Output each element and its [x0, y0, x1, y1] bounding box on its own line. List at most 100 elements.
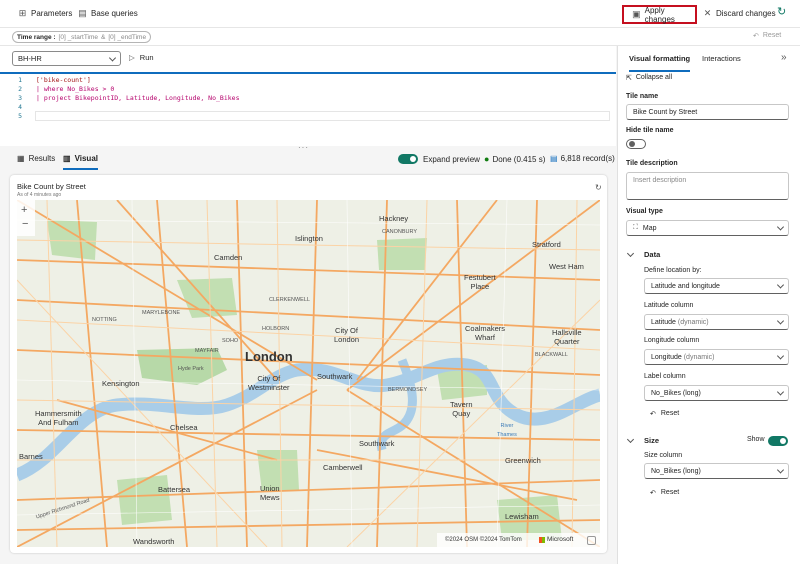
chart-icon: ▥	[63, 154, 71, 163]
map-label: Hallsville Quarter	[552, 328, 582, 346]
map-label-london: London	[245, 349, 293, 364]
tab-visual-formatting[interactable]: Visual formatting	[629, 54, 691, 72]
visual-type-select[interactable]: ⛶ Map	[626, 220, 789, 236]
data-section-header[interactable]: Data	[626, 249, 796, 261]
map-label: Coalmakers Wharf	[465, 324, 506, 342]
map-label-small: SOHO	[222, 338, 239, 344]
map-canvas	[17, 200, 600, 547]
record-count-label: 6,818 record(s)	[560, 154, 615, 163]
expand-preview-toggle[interactable]	[398, 154, 418, 164]
size-show-toggle[interactable]	[768, 436, 788, 446]
size-section-label: Size	[644, 436, 660, 445]
run-label: Run	[139, 53, 154, 62]
size-reset-label: Reset	[660, 489, 680, 496]
time-range-start: [0] _startTime	[58, 33, 99, 41]
hide-tile-name-label: Hide tile name	[626, 127, 674, 134]
records-icon: ▤	[550, 154, 558, 163]
save-icon: ▣	[632, 9, 641, 19]
hide-tile-name-toggle[interactable]	[626, 139, 646, 149]
map-label: Stratford	[532, 240, 561, 249]
line-number: 1	[18, 76, 22, 84]
chevron-down-icon	[776, 352, 785, 360]
map-settings-icon[interactable]	[587, 536, 596, 545]
expand-preview-label: Expand preview	[423, 155, 480, 164]
chevron-down-icon	[776, 466, 785, 474]
longitude-column-type: (dynamic)	[683, 353, 715, 361]
label-column-select[interactable]: No_Bikes (long)	[644, 385, 789, 401]
chevron-down-icon	[776, 388, 785, 396]
parameters-button[interactable]: ⊞ Parameters	[18, 9, 73, 19]
size-reset-button[interactable]: ↶ Reset	[650, 489, 679, 497]
reset-icon: ↶	[650, 411, 656, 418]
map-label: Festubert Place	[464, 273, 496, 291]
database-value: BH-HR	[18, 54, 42, 63]
map-label: Union Mews	[260, 484, 280, 502]
time-range-end: [0] _endTime	[108, 33, 147, 41]
database-select[interactable]: BH-HR	[12, 51, 121, 66]
code-area[interactable]: 1 2 3 4 5 ['bike-count'] | where No_Bike…	[0, 72, 616, 124]
size-column-select[interactable]: No_Bikes (long)	[644, 463, 789, 479]
apply-changes-button[interactable]: ▣ Apply changes	[622, 5, 697, 24]
refresh-button[interactable]: ↻	[777, 7, 786, 18]
tab-results[interactable]: ▦ Results	[17, 154, 55, 163]
tile-subtitle: As of 4 minutes ago	[17, 192, 62, 198]
data-section-label: Data	[644, 250, 661, 259]
tab-interactions[interactable]: Interactions	[702, 54, 741, 63]
tab-visual[interactable]: ▥ Visual	[63, 154, 98, 170]
base-queries-button[interactable]: ▤ Base queries	[78, 9, 137, 19]
visual-formatting-panel: Visual formatting Interactions » ⇱ Colla…	[617, 46, 800, 564]
chevron-down-icon	[626, 249, 635, 258]
map-label: West Ham	[549, 262, 584, 271]
map-label: Camden	[214, 253, 243, 262]
collapse-panel-icon[interactable]: »	[781, 52, 787, 63]
longitude-column-label: Longitude column	[644, 337, 700, 344]
discard-changes-button[interactable]: ✕ Discard changes	[703, 9, 776, 19]
label-column-value: No_Bikes (long)	[651, 389, 701, 397]
zoom-in-button[interactable]: +	[21, 204, 27, 216]
code-line: | where No_Bikes > 0	[36, 85, 115, 93]
map-label: Tavern Quay	[450, 400, 473, 418]
tile-description-input[interactable]: Insert description	[626, 172, 789, 200]
map[interactable]: + − Hackney Islington Stratford Camden W…	[17, 200, 600, 547]
tile-name-input[interactable]: Bike Count by Street	[626, 104, 789, 120]
chevron-down-icon	[108, 53, 117, 62]
zoom-out-button[interactable]: −	[22, 218, 28, 230]
map-attribution: ©2024 OSM ©2024 TomTom	[445, 537, 522, 543]
line-number: 4	[18, 103, 22, 111]
longitude-column-select[interactable]: Longitude (dynamic)	[644, 349, 789, 365]
play-icon: ▷	[129, 53, 135, 62]
chevron-down-icon	[776, 317, 785, 325]
table-icon: ▦	[17, 154, 25, 163]
map-label: Barnes	[19, 452, 43, 461]
latitude-column-select[interactable]: Latitude (dynamic)	[644, 314, 789, 330]
map-label: City Of Westminster	[248, 374, 290, 392]
map-icon: ⛶	[633, 224, 638, 231]
code-line: | project BikepointID, Latitude, Longitu…	[36, 94, 240, 102]
latitude-column-label: Latitude column	[644, 302, 694, 309]
line-number: 2	[18, 85, 22, 93]
map-label: Camberwell	[323, 463, 363, 472]
query-editor: BH-HR ▷ Run 1 2 3 4 5 ['bike-count'] | w…	[0, 46, 616, 152]
map-label: Kensington	[102, 379, 140, 388]
size-column-value: No_Bikes (long)	[651, 467, 701, 475]
map-label-small: MARYLEBONE	[142, 310, 181, 316]
longitude-column-value: Longitude	[651, 353, 682, 361]
define-location-select[interactable]: Latitude and longitude	[644, 278, 789, 294]
map-label-small: BERMONDSEY	[388, 387, 428, 393]
run-button[interactable]: ▷ Run	[129, 53, 154, 62]
define-location-value: Latitude and longitude	[651, 282, 720, 290]
collapse-all-button[interactable]: ⇱ Collapse all	[626, 74, 672, 82]
time-reset-button[interactable]: ↶ Reset	[753, 32, 781, 40]
refresh-tile-icon[interactable]: ↻	[595, 183, 602, 192]
discard-changes-label: Discard changes	[716, 9, 776, 18]
map-label-small: CANONBURY	[382, 229, 418, 235]
latitude-column-type: (dynamic)	[677, 318, 709, 326]
parameters-label: Parameters	[31, 9, 73, 18]
visual-type-label: Visual type	[626, 208, 663, 215]
time-range-pill[interactable]: Time range : [0] _startTime & [0] _endTi…	[12, 31, 152, 43]
microsoft-label: Microsoft	[547, 536, 574, 543]
data-reset-button[interactable]: ↶ Reset	[650, 410, 679, 418]
latitude-column-value: Latitude	[651, 318, 676, 326]
map-label-small: BLACKWALL	[535, 352, 568, 358]
record-count: ▤ 6,818 record(s)	[550, 154, 615, 163]
